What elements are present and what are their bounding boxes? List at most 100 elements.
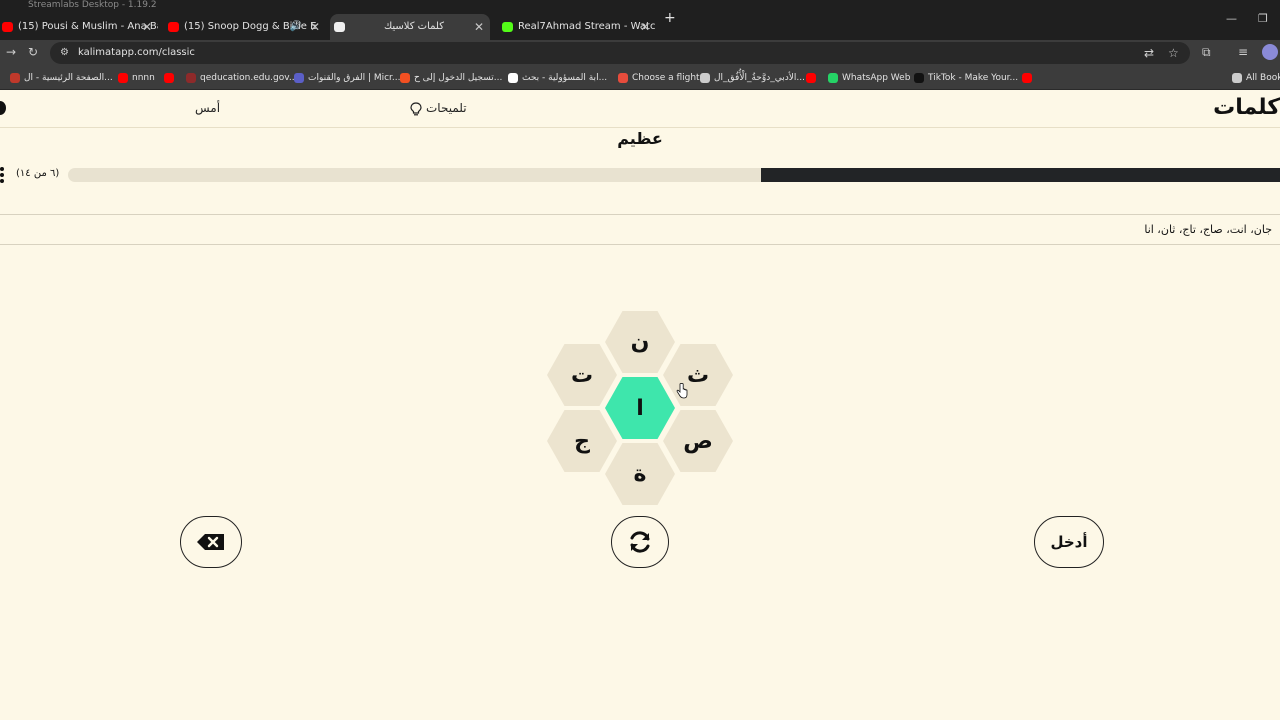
media-icon[interactable]: ≡	[1238, 45, 1248, 59]
translate-icon[interactable]: ⇄	[1144, 46, 1154, 60]
window-title: Streamlabs Desktop - 1.19.2	[28, 0, 157, 10]
extensions-icon[interactable]: ⧉	[1202, 45, 1211, 59]
tab-kalimat[interactable]: كلمات كلاسيك ✕	[330, 14, 490, 40]
bookmark-label: qeducation.edu.gov...	[200, 73, 298, 83]
bookmark-label: الصفحة الرئيسية - ال...	[24, 73, 113, 83]
tab-kick-stream[interactable]: Real7Ahmad Stream - Watch Li ✕	[500, 14, 656, 40]
bookmark-item[interactable]: الصفحة الرئيسية - ال...	[10, 66, 113, 90]
progress-bar	[68, 168, 1280, 182]
tiktok-icon	[914, 73, 924, 83]
bookmark-item[interactable]: ابة المسؤولية - بحث...	[508, 66, 607, 90]
tab-label: Real7Ahmad Stream - Watch Li	[518, 21, 656, 32]
all-bookmarks[interactable]: All Book	[1232, 66, 1280, 90]
globe-icon	[700, 73, 710, 83]
bookmark-star-icon[interactable]: ☆	[1168, 46, 1179, 60]
lightbulb-icon	[410, 101, 422, 115]
site-header: أمس تلميحات كلمات	[0, 91, 1280, 128]
hand-cursor-icon	[676, 383, 688, 399]
browser-toolbar: → ↻ ⚙ kalimatapp.com/classic ⇄ ☆ ⧉ ≡	[0, 40, 1280, 66]
bookmark-item[interactable]: nnnn	[118, 66, 155, 90]
window-titlebar: Streamlabs Desktop - 1.19.2	[0, 0, 1280, 10]
minimize-icon[interactable]: —	[1226, 12, 1237, 25]
rank-title: عظيم	[617, 129, 663, 148]
close-icon[interactable]: ✕	[310, 14, 320, 40]
letter-tile-bottom-left[interactable]: ج	[547, 410, 617, 472]
menu-icon[interactable]	[0, 101, 6, 115]
close-icon[interactable]: ✕	[474, 14, 484, 40]
youtube-icon	[1022, 73, 1032, 83]
bookmark-item[interactable]: WhatsApp Web	[828, 66, 910, 90]
youtube-icon	[806, 73, 816, 83]
bookmark-item[interactable]	[164, 66, 178, 90]
youtube-icon	[168, 22, 179, 32]
google-icon	[508, 73, 518, 83]
new-tab-button[interactable]: +	[664, 10, 676, 26]
hints-button[interactable]: تلميحات	[410, 101, 467, 116]
bookmark-label: All Book	[1246, 73, 1280, 83]
url-text: kalimatapp.com/classic	[78, 47, 195, 58]
bookmark-label: الفرق والقنوات | Micr...	[308, 73, 401, 83]
letter-tile-top-right[interactable]: ث	[663, 344, 733, 406]
letter-tile-top[interactable]: ن	[605, 311, 675, 373]
hints-label: تلميحات	[426, 101, 467, 115]
bookmark-label: تسجيل الدخول إلى ح...	[414, 73, 503, 83]
backspace-icon	[197, 534, 224, 550]
tab-youtube-1[interactable]: (15) Pousi & Muslim - Ana Bab ✕	[0, 14, 158, 40]
restore-icon[interactable]: ❐	[1258, 12, 1268, 25]
bookmark-item[interactable]	[1022, 66, 1036, 90]
found-words-box[interactable]: جان، انت، صاج، تاج، ثان، انا	[0, 214, 1280, 245]
folder-icon	[1232, 73, 1242, 83]
letter-tile-center[interactable]: ا	[605, 377, 675, 439]
bookmark-item[interactable]: تسجيل الدخول إلى ح...	[400, 66, 502, 90]
delete-button[interactable]	[180, 516, 242, 568]
kick-icon	[502, 22, 513, 32]
bookmark-label: TikTok - Make Your...	[928, 73, 1019, 83]
bookmark-label: nnnn	[132, 73, 155, 83]
speaker-icon[interactable]: 🔊	[290, 14, 302, 40]
bookmark-favicon-icon	[10, 73, 20, 83]
bookmark-label: WhatsApp Web	[842, 73, 911, 83]
teams-icon	[294, 73, 304, 83]
tab-strip: (15) Pousi & Muslim - Ana Bab ✕ (15) Sno…	[0, 10, 1280, 40]
game-page: أمس تلميحات كلمات عظيم (٦ من ١٤) جان، ان…	[0, 91, 1280, 720]
youtube-icon	[2, 22, 13, 32]
more-icon[interactable]	[0, 167, 4, 185]
bookmarks-bar: الصفحة الرئيسية - ال... nnnn qeducation.…	[0, 66, 1280, 90]
letter-tile-bottom[interactable]: ة	[605, 443, 675, 505]
letter-tile-top-left[interactable]: ت	[547, 344, 617, 406]
whatsapp-icon	[828, 73, 838, 83]
bookmark-item[interactable]: الفرق والقنوات | Micr...	[294, 66, 401, 90]
profile-avatar[interactable]	[1262, 44, 1278, 60]
bookmark-item[interactable]: Choose a flight	[618, 66, 700, 90]
reload-icon[interactable]: ↻	[28, 45, 38, 59]
progress-bar-fill	[760, 168, 1280, 182]
bookmark-item[interactable]	[806, 66, 820, 90]
progress-count: (٦ من ١٤)	[16, 168, 60, 179]
bookmark-favicon-icon	[186, 73, 196, 83]
bookmark-item[interactable]: الأدبي_دوَّحةُ_الْأُفُق_ال...	[700, 66, 805, 90]
letter-tile-bottom-right[interactable]: ص	[663, 410, 733, 472]
bookmark-item[interactable]: TikTok - Make Your...	[914, 66, 1018, 90]
shuffle-button[interactable]	[611, 516, 669, 568]
tab-label: (15) Pousi & Muslim - Ana Bab	[18, 21, 158, 32]
forward-icon[interactable]: →	[6, 45, 16, 59]
yesterday-button[interactable]: أمس	[195, 101, 220, 115]
bookmark-item[interactable]: qeducation.edu.gov...	[186, 66, 297, 90]
flight-icon	[618, 73, 628, 83]
bookmark-label: Choose a flight	[632, 73, 700, 83]
address-bar[interactable]: ⚙ kalimatapp.com/classic ⇄ ☆	[50, 42, 1190, 64]
microsoft-icon	[400, 73, 410, 83]
bookmark-label: ابة المسؤولية - بحث...	[522, 73, 608, 83]
enter-button[interactable]: أدخل	[1034, 516, 1104, 568]
found-words-list: جان، انت، صاج، تاج، ثان، انا	[1144, 223, 1272, 236]
close-icon[interactable]: ✕	[142, 14, 152, 40]
site-logo[interactable]: كلمات	[1213, 95, 1280, 120]
youtube-icon	[164, 73, 174, 83]
site-info-icon[interactable]: ⚙	[60, 46, 69, 60]
close-icon[interactable]: ✕	[640, 14, 650, 40]
kalimat-icon	[334, 22, 345, 32]
tab-youtube-2[interactable]: (15) Snoop Dogg & Billie E 🔊 ✕	[166, 14, 326, 40]
refresh-icon	[630, 531, 650, 553]
tab-label: كلمات كلاسيك	[383, 21, 444, 32]
bookmark-label: الأدبي_دوَّحةُ_الْأُفُق_ال...	[714, 73, 805, 83]
